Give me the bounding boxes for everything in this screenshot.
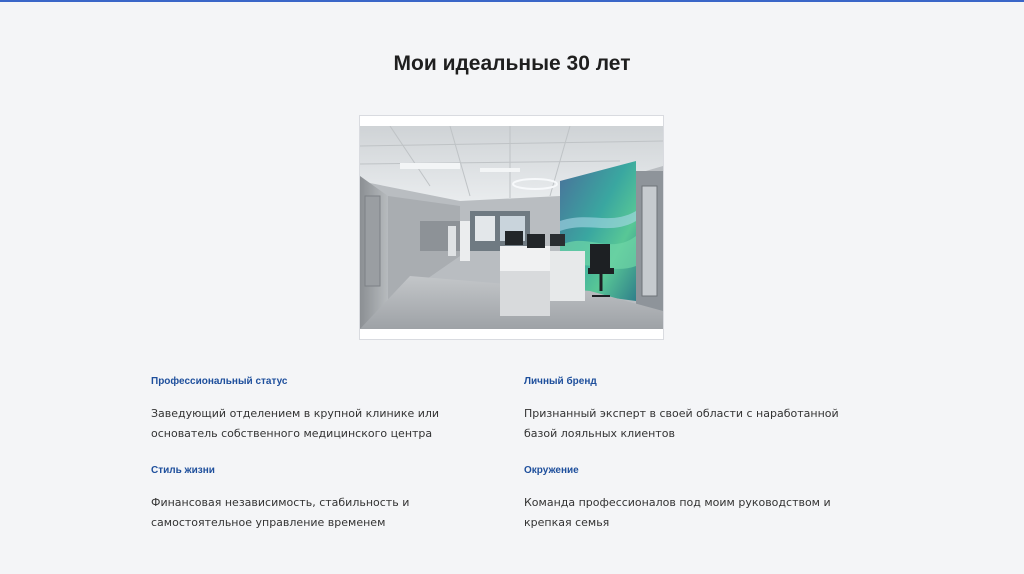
office-photo-image bbox=[360, 126, 663, 329]
section-personal-brand: Личный бренд Признанный эксперт в своей … bbox=[524, 375, 864, 444]
section-text: Финансовая независимость, стабильность и… bbox=[151, 496, 410, 529]
section-environment: Окружение Команда профессионалов под мои… bbox=[524, 464, 864, 533]
section-heading: Стиль жизни bbox=[151, 465, 215, 476]
section-text: Признанный эксперт в своей области с нар… bbox=[524, 407, 839, 440]
section-heading: Окружение bbox=[524, 465, 579, 476]
section-lifestyle: Стиль жизни Финансовая независимость, ст… bbox=[151, 464, 491, 533]
office-photo bbox=[359, 115, 664, 340]
section-text: Команда профессионалов под моим руководс… bbox=[524, 496, 831, 529]
section-heading: Профессиональный статус bbox=[151, 376, 288, 387]
slide: Мои идеальные 30 лет Профессиональный ст… bbox=[0, 2, 1024, 574]
section-professional-status: Профессиональный статус Заведующий отдел… bbox=[151, 375, 491, 444]
slide-title: Мои идеальные 30 лет bbox=[393, 52, 631, 75]
section-heading: Личный бренд bbox=[524, 376, 597, 387]
section-text: Заведующий отделением в крупной клинике … bbox=[151, 407, 440, 440]
